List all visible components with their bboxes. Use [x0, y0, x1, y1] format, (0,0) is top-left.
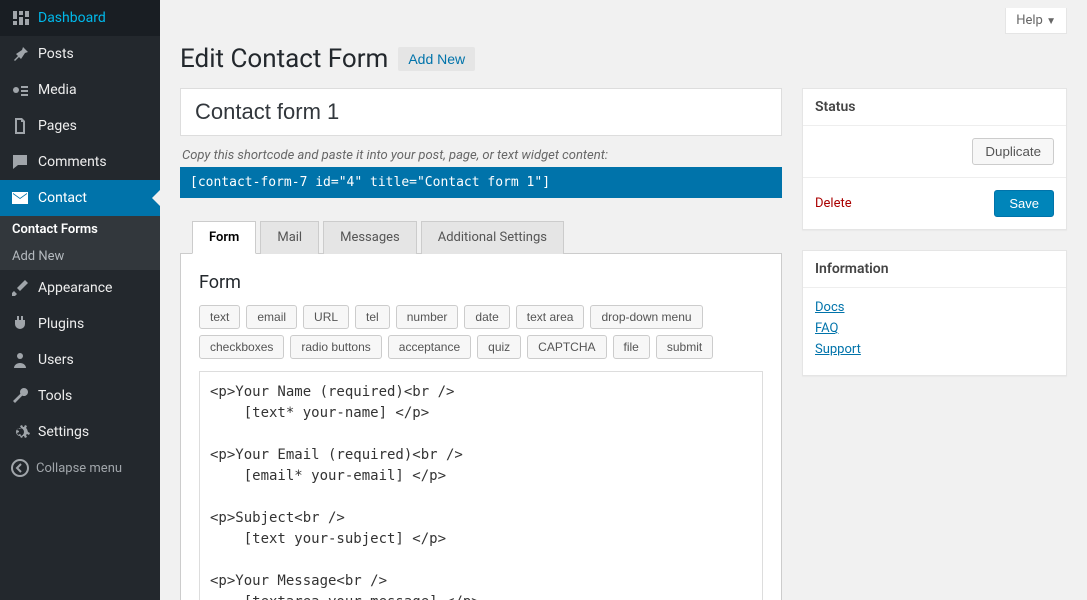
tools-icon	[10, 386, 30, 406]
tab-messages[interactable]: Messages	[323, 221, 417, 254]
pages-icon	[10, 116, 30, 136]
delete-link[interactable]: Delete	[815, 196, 852, 211]
status-heading: Status	[803, 89, 1066, 126]
info-link-docs[interactable]: Docs	[815, 300, 1054, 315]
tag-number[interactable]: number	[396, 305, 459, 329]
shortcode-hint: Copy this shortcode and paste it into yo…	[182, 148, 782, 163]
tag-quiz[interactable]: quiz	[477, 335, 521, 359]
sidebar-item-tools[interactable]: Tools	[0, 378, 160, 414]
tag-checkboxes[interactable]: checkboxes	[199, 335, 284, 359]
sidebar-item-label: Appearance	[38, 280, 112, 296]
gears-icon	[10, 422, 30, 442]
brush-icon	[10, 278, 30, 298]
sidebar-item-label: Dashboard	[38, 10, 106, 26]
form-panel: Form text email URL tel number date text…	[180, 254, 782, 600]
help-tab[interactable]: Help ▼	[1005, 8, 1067, 34]
information-heading: Information	[803, 251, 1066, 288]
tag-acceptance[interactable]: acceptance	[388, 335, 471, 359]
sidebar-submenu: Contact Forms Add New	[0, 216, 160, 270]
form-content-textarea[interactable]	[199, 371, 763, 600]
dashboard-icon	[10, 8, 30, 28]
sidebar-item-label: Plugins	[38, 316, 84, 332]
sidebar-item-media[interactable]: Media	[0, 72, 160, 108]
info-link-faq[interactable]: FAQ	[815, 321, 1054, 336]
tab-form[interactable]: Form	[192, 221, 256, 254]
form-title-input[interactable]	[180, 88, 782, 136]
sidebar-item-pages[interactable]: Pages	[0, 108, 160, 144]
tag-url[interactable]: URL	[303, 305, 349, 329]
comments-icon	[10, 152, 30, 172]
media-icon	[10, 80, 30, 100]
tag-radio[interactable]: radio buttons	[290, 335, 381, 359]
sidebar-item-label: Comments	[38, 154, 107, 170]
sidebar-item-label: Contact	[38, 190, 87, 206]
sidebar-item-label: Tools	[38, 388, 72, 404]
duplicate-button[interactable]: Duplicate	[972, 138, 1054, 165]
sidebar-item-label: Settings	[38, 424, 89, 440]
collapse-label: Collapse menu	[36, 461, 122, 476]
tag-captcha[interactable]: CAPTCHA	[527, 335, 606, 359]
tag-file[interactable]: file	[613, 335, 650, 359]
sidebar-item-posts[interactable]: Posts	[0, 36, 160, 72]
tag-submit[interactable]: submit	[656, 335, 713, 359]
sidebar-item-label: Pages	[38, 118, 77, 134]
mail-icon	[10, 188, 30, 208]
collapse-menu[interactable]: Collapse menu	[0, 450, 160, 486]
sidebar-item-contact[interactable]: Contact	[0, 180, 160, 216]
sidebar-sub-contact-forms[interactable]: Contact Forms	[0, 216, 160, 243]
sidebar-item-comments[interactable]: Comments	[0, 144, 160, 180]
sidebar-item-label: Users	[38, 352, 74, 368]
shortcode-box[interactable]: [contact-form-7 id="4" title="Contact fo…	[180, 167, 782, 198]
sidebar-item-settings[interactable]: Settings	[0, 414, 160, 450]
page-title: Edit Contact Form	[180, 44, 388, 74]
form-panel-heading: Form	[199, 272, 763, 293]
tag-date[interactable]: date	[464, 305, 509, 329]
sidebar-item-label: Posts	[38, 46, 74, 62]
screen-meta: Help ▼	[180, 0, 1067, 44]
pin-icon	[10, 44, 30, 64]
tab-additional-settings[interactable]: Additional Settings	[421, 221, 564, 254]
main-content: Help ▼ Edit Contact Form Add New Copy th…	[160, 0, 1087, 600]
tag-dropdown[interactable]: drop-down menu	[590, 305, 702, 329]
sidebar-item-users[interactable]: Users	[0, 342, 160, 378]
tab-nav: Form Mail Messages Additional Settings	[180, 220, 782, 254]
tab-mail[interactable]: Mail	[260, 221, 319, 254]
info-link-support[interactable]: Support	[815, 342, 1054, 357]
tag-email[interactable]: email	[246, 305, 297, 329]
tag-textarea[interactable]: text area	[516, 305, 585, 329]
sidebar-item-label: Media	[38, 82, 77, 98]
save-button[interactable]: Save	[994, 190, 1054, 217]
sidebar-item-dashboard[interactable]: Dashboard	[0, 0, 160, 36]
tag-text[interactable]: text	[199, 305, 240, 329]
admin-sidebar: Dashboard Posts Media Pages Comments Con…	[0, 0, 160, 600]
status-box: Status Duplicate Delete Save	[802, 88, 1067, 230]
information-box: Information Docs FAQ Support	[802, 250, 1067, 376]
tag-tel[interactable]: tel	[355, 305, 390, 329]
chevron-down-icon: ▼	[1046, 16, 1056, 27]
tag-generator-buttons: text email URL tel number date text area…	[199, 305, 763, 359]
sidebar-sub-add-new[interactable]: Add New	[0, 243, 160, 270]
sidebar-item-appearance[interactable]: Appearance	[0, 270, 160, 306]
plug-icon	[10, 314, 30, 334]
user-icon	[10, 350, 30, 370]
sidebar-item-plugins[interactable]: Plugins	[0, 306, 160, 342]
collapse-icon	[10, 458, 30, 478]
add-new-button[interactable]: Add New	[398, 47, 475, 71]
